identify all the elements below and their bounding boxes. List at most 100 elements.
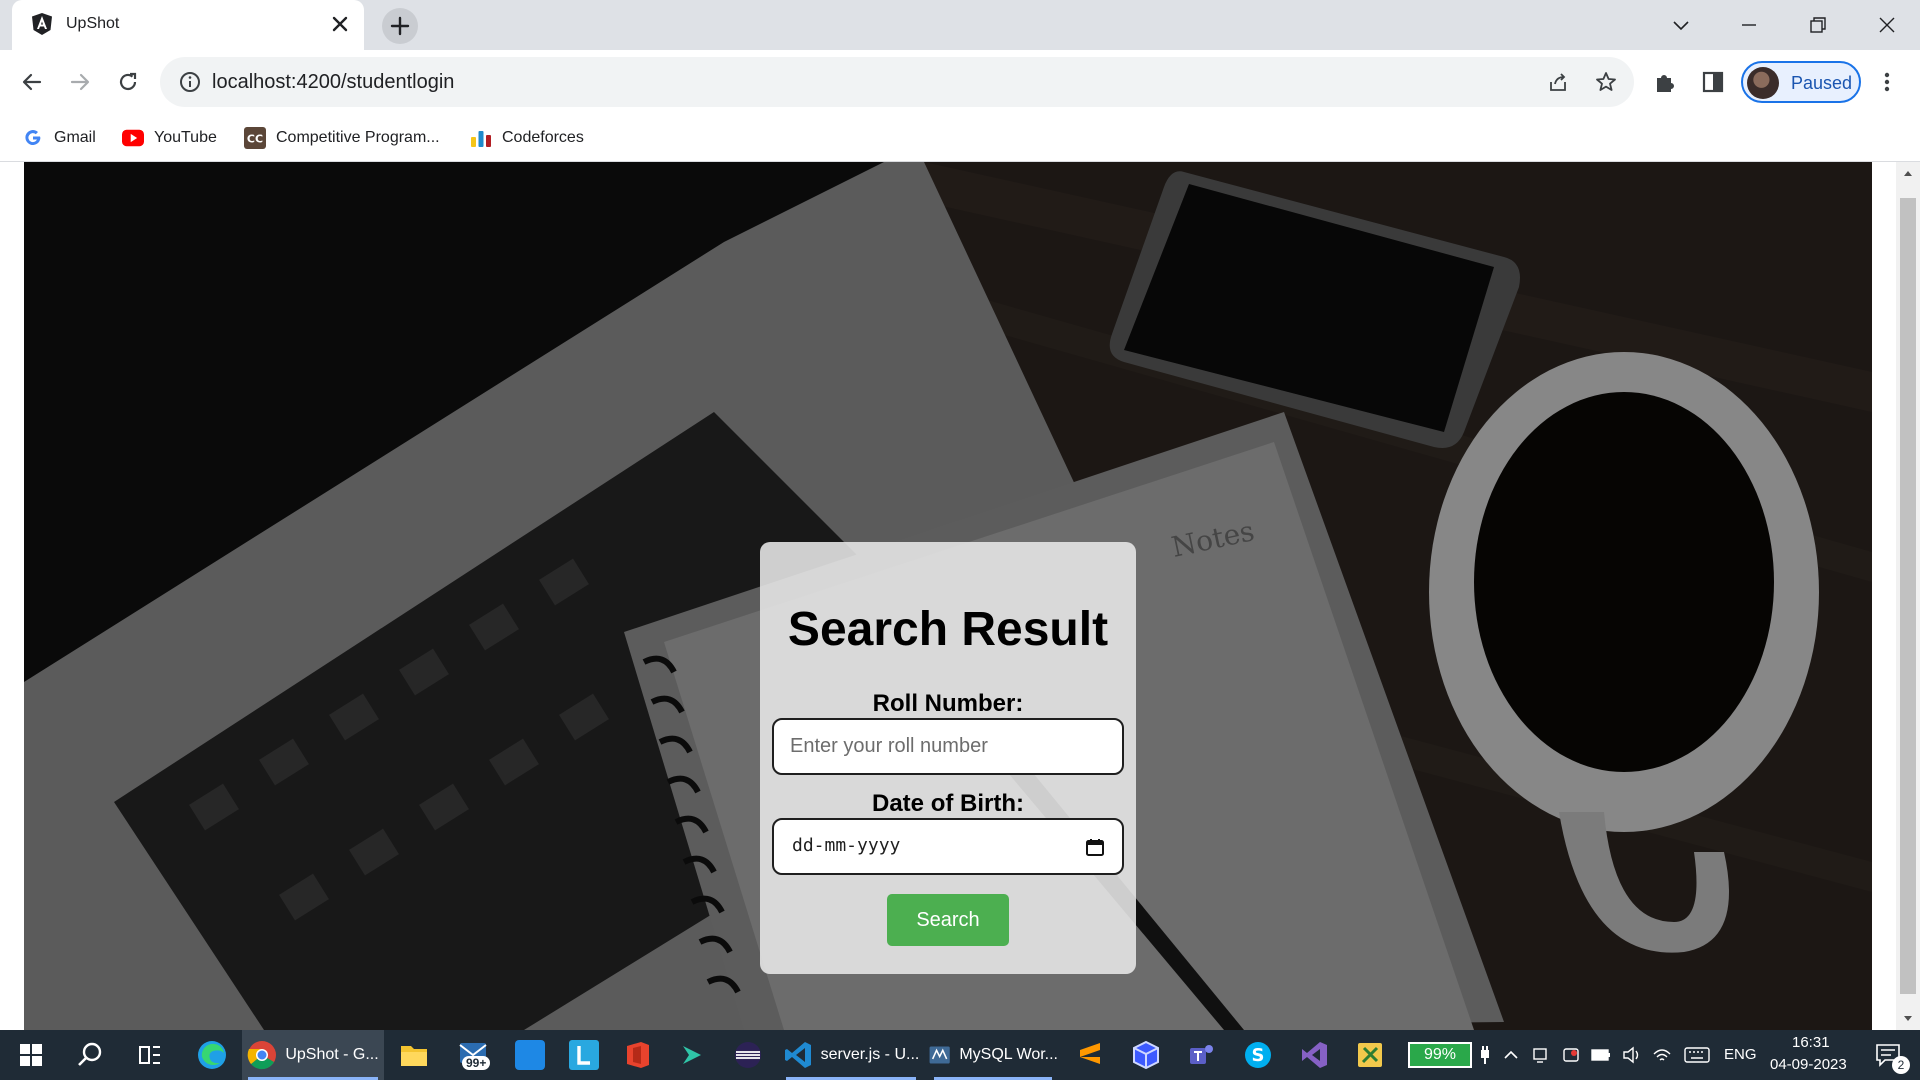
vscode-app[interactable]: server.js - U... bbox=[780, 1030, 922, 1080]
eclipse-app[interactable] bbox=[724, 1030, 772, 1080]
search-button-taskbar[interactable] bbox=[66, 1030, 114, 1080]
edge-icon bbox=[198, 1041, 226, 1069]
arrow-right-icon bbox=[70, 73, 90, 91]
page-viewport: Notes Search Result Roll Number: Date bbox=[0, 162, 1920, 1030]
battery-indicator[interactable]: 99% bbox=[1408, 1042, 1472, 1068]
task-view-button[interactable] bbox=[126, 1030, 174, 1080]
roll-number-input[interactable] bbox=[774, 720, 1122, 773]
scroll-down-icon[interactable] bbox=[1900, 1010, 1916, 1026]
cc-icon: CC bbox=[244, 127, 266, 149]
app-icon bbox=[515, 1040, 545, 1070]
star-icon[interactable] bbox=[1594, 70, 1618, 94]
search-button[interactable]: Search bbox=[887, 894, 1009, 946]
tab-title: UpShot bbox=[66, 15, 120, 32]
volume-icon[interactable] bbox=[1620, 1030, 1644, 1080]
arrow-left-icon bbox=[22, 73, 42, 91]
vscode-app-label: server.js - U... bbox=[820, 1046, 920, 1063]
bookmark-youtube[interactable]: YouTube bbox=[122, 126, 217, 150]
sublime-app[interactable] bbox=[1066, 1030, 1114, 1080]
outlook-app[interactable] bbox=[506, 1030, 554, 1080]
bookmark-label: Codeforces bbox=[502, 129, 584, 146]
mysql-workbench-icon bbox=[929, 1046, 950, 1064]
tab-strip: UpShot bbox=[0, 0, 1920, 50]
side-panel-icon[interactable] bbox=[1700, 69, 1726, 95]
address-bar[interactable]: localhost:4200/studentlogin bbox=[160, 57, 1634, 107]
scroll-up-icon[interactable] bbox=[1900, 166, 1916, 182]
start-button[interactable] bbox=[8, 1030, 54, 1080]
virtualbox-app[interactable] bbox=[1122, 1030, 1170, 1080]
bookmarks-bar: Gmail YouTube CC Competitive Program... … bbox=[0, 114, 1920, 162]
wifi-icon[interactable] bbox=[1650, 1030, 1674, 1080]
meet-now-icon[interactable] bbox=[1530, 1030, 1552, 1080]
svg-text:S: S bbox=[1252, 1045, 1265, 1066]
close-window-button[interactable] bbox=[1872, 10, 1902, 40]
restore-button[interactable] bbox=[1803, 10, 1833, 40]
language-indicator[interactable]: ENG bbox=[1724, 1046, 1757, 1063]
search-icon bbox=[78, 1042, 102, 1066]
mysql-app[interactable]: MySQL Wor... bbox=[928, 1030, 1058, 1080]
visual-studio-app[interactable] bbox=[1290, 1030, 1338, 1080]
profile-button[interactable]: Paused bbox=[1741, 61, 1861, 103]
roll-number-field[interactable] bbox=[772, 718, 1124, 775]
reload-button[interactable] bbox=[110, 64, 146, 100]
menu-icon[interactable] bbox=[1874, 69, 1900, 95]
close-icon bbox=[1879, 17, 1895, 33]
url-text[interactable]: localhost:4200/studentlogin bbox=[212, 71, 454, 94]
angular-icon bbox=[30, 12, 54, 36]
eclipse-icon bbox=[735, 1042, 761, 1068]
app-arrow[interactable] bbox=[668, 1030, 716, 1080]
calendar-icon[interactable] bbox=[1084, 836, 1106, 858]
bookmark-gmail[interactable]: Gmail bbox=[22, 126, 96, 150]
clock-date[interactable]: 04-09-2023 bbox=[1770, 1056, 1847, 1073]
keyboard-icon[interactable] bbox=[1682, 1030, 1712, 1080]
app-tools[interactable] bbox=[1346, 1030, 1394, 1080]
app-l[interactable] bbox=[560, 1030, 608, 1080]
edge-app[interactable] bbox=[188, 1030, 236, 1080]
office-icon bbox=[627, 1042, 649, 1068]
tab-upshot[interactable]: UpShot bbox=[12, 0, 364, 50]
mail-app[interactable]: 99+ bbox=[448, 1030, 500, 1080]
folder-icon bbox=[401, 1046, 427, 1066]
battery-icon[interactable] bbox=[1590, 1030, 1612, 1080]
tab-search-button[interactable] bbox=[1666, 10, 1696, 40]
extensions-icon[interactable] bbox=[1652, 69, 1678, 95]
close-tab-icon[interactable] bbox=[328, 12, 352, 36]
chrome-icon bbox=[247, 1041, 277, 1070]
office-app[interactable] bbox=[614, 1030, 662, 1080]
task-view-icon bbox=[139, 1046, 160, 1064]
minimize-icon bbox=[1742, 24, 1756, 26]
mysql-app-label: MySQL Wor... bbox=[959, 1046, 1058, 1063]
teams-app[interactable] bbox=[1178, 1030, 1226, 1080]
reload-icon bbox=[119, 72, 137, 91]
notification-center-button[interactable]: 2 bbox=[1866, 1030, 1910, 1080]
forward-button[interactable] bbox=[62, 64, 98, 100]
dob-input[interactable]: dd-mm-yyyy bbox=[792, 835, 900, 856]
skype-app[interactable]: S bbox=[1234, 1030, 1282, 1080]
svg-text:CC: CC bbox=[247, 133, 263, 146]
roll-number-label: Roll Number: bbox=[872, 690, 1024, 717]
new-tab-button[interactable] bbox=[382, 8, 418, 44]
cube-icon bbox=[1133, 1040, 1159, 1070]
vscode-icon bbox=[784, 1042, 811, 1068]
chevron-up-icon[interactable] bbox=[1500, 1030, 1522, 1080]
bookmark-label: YouTube bbox=[154, 129, 217, 146]
back-button[interactable] bbox=[14, 64, 50, 100]
youtube-icon bbox=[122, 127, 144, 149]
bookmark-competitive-programming[interactable]: CC Competitive Program... bbox=[244, 126, 440, 150]
google-icon bbox=[22, 127, 44, 149]
l-app-icon bbox=[569, 1040, 599, 1070]
bookmark-label: Competitive Program... bbox=[276, 129, 440, 146]
plus-icon bbox=[390, 16, 410, 36]
site-info-icon[interactable] bbox=[178, 70, 202, 94]
page-title: Search Result bbox=[787, 603, 1109, 656]
clock-time[interactable]: 16:31 bbox=[1792, 1034, 1830, 1051]
minimize-button[interactable] bbox=[1734, 10, 1764, 40]
dob-field[interactable]: dd-mm-yyyy bbox=[772, 818, 1124, 875]
scrollbar-thumb[interactable] bbox=[1900, 198, 1916, 994]
app-tray-icon[interactable] bbox=[1560, 1030, 1582, 1080]
chrome-app[interactable]: UpShot - G... bbox=[242, 1030, 384, 1080]
bookmark-codeforces[interactable]: Codeforces bbox=[470, 126, 584, 150]
file-explorer-app[interactable] bbox=[390, 1030, 438, 1080]
share-icon[interactable] bbox=[1546, 70, 1570, 94]
search-card: Search Result Roll Number: Date of Birth… bbox=[760, 542, 1136, 974]
